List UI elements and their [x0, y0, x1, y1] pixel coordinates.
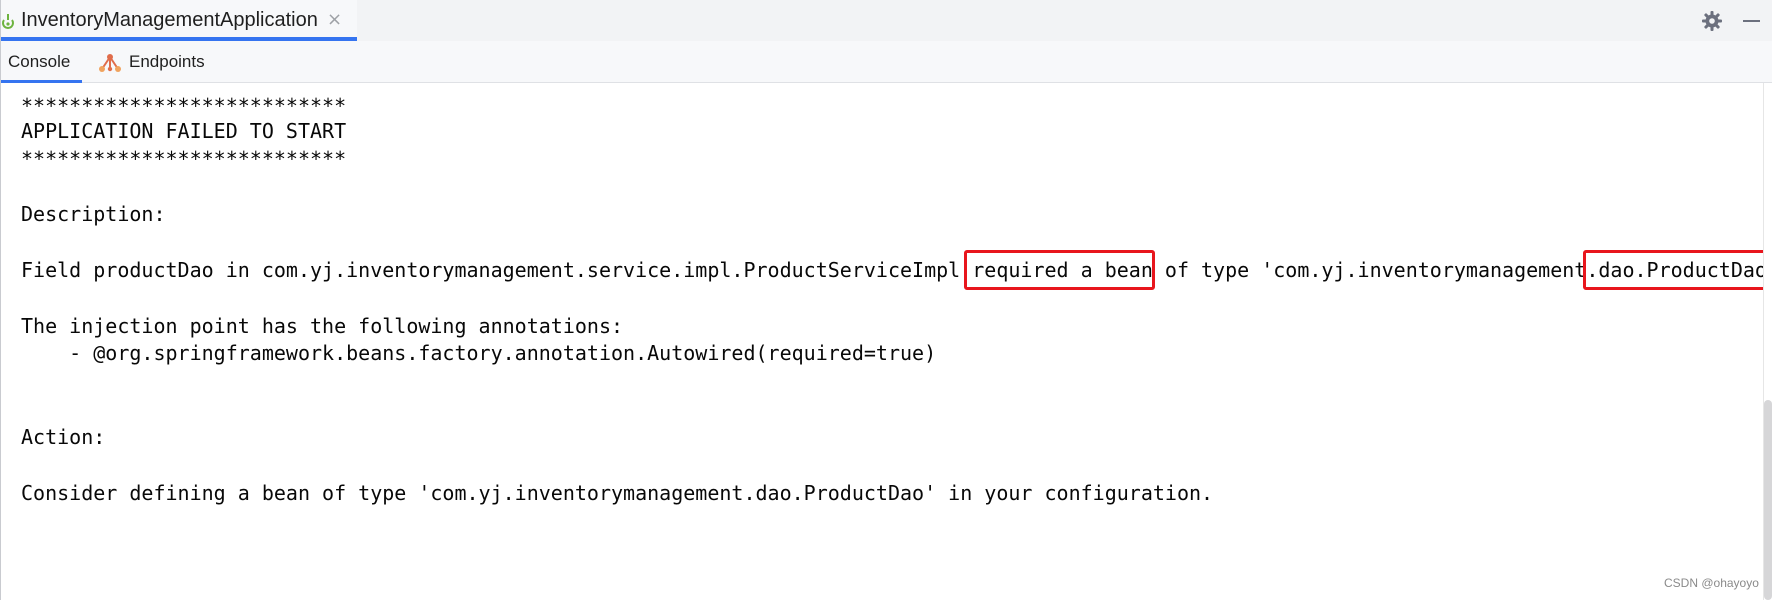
highlight-box-dao-productdao [1583, 250, 1763, 290]
console-line: Consider defining a bean of type 'com.yj… [21, 481, 1214, 505]
console-line: Field productDao in com.yj.inventorymana… [21, 258, 1763, 282]
run-tab-bar: InventoryManagementApplication × [1, 0, 1772, 41]
highlight-box-required-a-bean [964, 250, 1155, 290]
console-line: APPLICATION FAILED TO START [21, 119, 347, 143]
scrollbar-thumb[interactable] [1764, 400, 1772, 600]
console-line: Description: [21, 202, 166, 226]
tab-endpoints-label: Endpoints [129, 52, 205, 71]
tab-console-label: Console [8, 52, 71, 71]
console-line: - @org.springframework.beans.factory.ann… [21, 341, 937, 365]
tab-endpoints[interactable]: Endpoints [98, 41, 218, 83]
run-tab-title: InventoryManagementApplication [21, 9, 318, 31]
gear-icon[interactable] [1701, 10, 1723, 32]
tab-console[interactable]: Console [1, 41, 82, 83]
watermark: CSDN @ohayoyo [1664, 576, 1759, 590]
run-tool-window: InventoryManagementApplication × Console [0, 0, 1772, 600]
run-tab-inventory-app[interactable]: InventoryManagementApplication × [1, 0, 357, 41]
endpoints-icon [99, 54, 121, 72]
console-line: The injection point has the following an… [21, 314, 624, 338]
console-line: *************************** [21, 94, 347, 118]
minimize-icon[interactable] [1743, 20, 1760, 22]
console-tabs: Console Endpoints [1, 41, 1772, 83]
spring-boot-run-icon [2, 14, 14, 29]
console-line: Action: [21, 425, 106, 449]
close-icon[interactable]: × [327, 9, 342, 31]
console-output[interactable]: *************************** APPLICATION … [1, 83, 1763, 600]
console-line: *************************** [21, 147, 347, 171]
